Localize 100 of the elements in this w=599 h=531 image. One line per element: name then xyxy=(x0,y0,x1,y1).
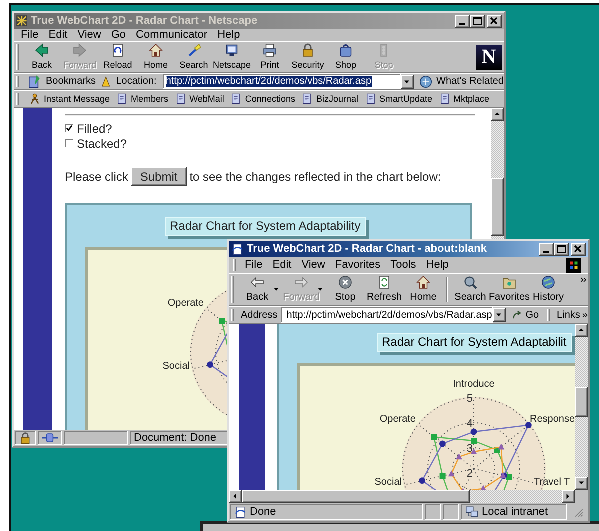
dropdown-button[interactable] xyxy=(492,308,506,322)
maximize-button[interactable] xyxy=(554,242,569,256)
back-button[interactable]: Back xyxy=(238,274,277,305)
app-icon xyxy=(16,15,28,27)
close-button[interactable] xyxy=(487,14,502,28)
menu-item[interactable]: File xyxy=(240,259,268,271)
bookmark-link[interactable]: Instant Message xyxy=(29,93,110,105)
logo: N xyxy=(476,44,502,70)
menu-item[interactable]: View xyxy=(296,259,330,271)
more-button[interactable] xyxy=(580,276,588,284)
bookmark-icon xyxy=(438,93,451,105)
go-arrow-icon xyxy=(512,309,524,321)
menu-item[interactable]: File xyxy=(16,29,44,41)
home-button[interactable]: Home xyxy=(137,42,175,72)
scrollbar-thumb[interactable] xyxy=(242,490,470,503)
chevron-icon xyxy=(582,312,590,318)
axis-label: Travel T xyxy=(534,477,570,488)
menu-item[interactable]: View xyxy=(72,29,106,41)
maximize-icon xyxy=(557,245,566,253)
minimize-button[interactable] xyxy=(455,14,470,28)
location-label: Location: xyxy=(116,76,157,87)
security-button[interactable]: Security xyxy=(289,42,327,72)
arrow-down-icon xyxy=(578,480,585,487)
check-icon xyxy=(66,125,73,132)
dropdown-button[interactable] xyxy=(400,74,414,88)
close-icon xyxy=(490,17,499,25)
arrow-left-icon xyxy=(232,493,239,500)
scroll-up-button[interactable] xyxy=(491,108,504,121)
bookmark-link[interactable]: Members xyxy=(116,93,169,105)
history-button[interactable]: History xyxy=(529,274,568,305)
shop-button[interactable]: Shop xyxy=(327,42,365,72)
scrollbar-thumb[interactable] xyxy=(491,178,504,236)
address-label: Address xyxy=(241,310,278,320)
prompt-text: Please click xyxy=(65,170,128,184)
menu-item[interactable]: Favorites xyxy=(330,259,386,271)
home-button[interactable]: Home xyxy=(404,274,443,305)
bookmark-link[interactable]: WebMail xyxy=(174,93,224,105)
refresh-button[interactable]: Refresh xyxy=(365,274,404,305)
print-button[interactable]: Print xyxy=(251,42,289,72)
arrow-up-icon xyxy=(578,327,585,334)
links-button[interactable]: Links xyxy=(557,310,590,320)
axis-label: Introduce xyxy=(453,379,495,390)
portal-button[interactable]: Netscape xyxy=(213,42,251,72)
menu-item[interactable]: Edit xyxy=(44,29,73,41)
axis-label: Social xyxy=(374,477,402,488)
bookmark-icon xyxy=(301,93,314,105)
search-button[interactable]: Search xyxy=(175,42,213,72)
bookmark-icon xyxy=(230,93,242,105)
padlock-icon xyxy=(19,432,32,444)
checkbox-label: Filled? xyxy=(77,122,112,136)
zone-text: Local intranet xyxy=(482,506,548,518)
submit-button[interactable]: Submit xyxy=(131,167,187,186)
close-icon xyxy=(574,245,583,253)
bookmark-link[interactable]: BizJournal xyxy=(301,93,358,105)
bookmark-link[interactable]: Mktplace xyxy=(438,93,490,105)
menu-item[interactable]: Communicator xyxy=(131,29,213,41)
scroll-up-button[interactable] xyxy=(575,324,588,337)
intranet-icon xyxy=(465,505,479,519)
tick-label: 5 xyxy=(466,393,473,405)
scroll-down-button[interactable] xyxy=(575,477,588,490)
data-point xyxy=(440,440,446,448)
bookmarks-button[interactable]: Bookmarks xyxy=(27,74,96,90)
arrow-up-icon xyxy=(494,111,501,118)
globe-icon xyxy=(539,275,558,290)
maximize-button[interactable] xyxy=(470,14,485,28)
url-field[interactable]: http://pctim/webchart/2d/demos/vbs/Radar.asp xyxy=(162,74,400,89)
search-button[interactable]: Search xyxy=(451,274,490,305)
minimize-button[interactable] xyxy=(539,242,554,256)
location-icon xyxy=(100,75,112,88)
checkbox[interactable] xyxy=(65,124,74,133)
chevron-icon xyxy=(580,276,588,284)
menu-item[interactable]: Tools xyxy=(386,259,422,271)
menu-item[interactable]: Help xyxy=(421,259,454,271)
scroll-right-button[interactable] xyxy=(562,490,575,503)
bookmark-icon xyxy=(364,93,376,105)
data-point xyxy=(470,428,478,436)
bookmark-link[interactable]: Connections xyxy=(230,93,296,105)
favorites-button[interactable]: Favorites xyxy=(490,274,529,305)
stop-button[interactable]: Stop xyxy=(326,274,365,305)
data-point xyxy=(448,470,455,477)
bookmark-link[interactable]: SmartUpdate xyxy=(364,93,433,105)
status-pane xyxy=(443,504,459,520)
address-field[interactable]: http://pctim/webchart/2d/demos/vbs/Radar.asp xyxy=(280,307,493,323)
bookmarks-icon xyxy=(27,74,43,90)
whats-related-button[interactable]: What's Related xyxy=(418,74,504,90)
home-icon xyxy=(146,43,166,58)
reload-button[interactable]: Reload xyxy=(99,42,137,72)
menu-item[interactable]: Edit xyxy=(268,259,297,271)
data-point xyxy=(419,478,426,484)
menu-item[interactable]: Go xyxy=(106,29,132,41)
close-button[interactable] xyxy=(571,242,586,256)
page-icon xyxy=(231,242,244,256)
home-icon xyxy=(414,275,433,290)
menu-item[interactable]: Help xyxy=(212,29,246,41)
dropdown-button[interactable] xyxy=(273,286,280,293)
scroll-left-button[interactable] xyxy=(229,490,242,503)
go-button[interactable]: Go xyxy=(512,309,540,321)
dropdown-button[interactable] xyxy=(317,286,324,293)
scrollbar-thumb[interactable] xyxy=(575,387,588,417)
back-button[interactable]: Back xyxy=(23,42,61,72)
